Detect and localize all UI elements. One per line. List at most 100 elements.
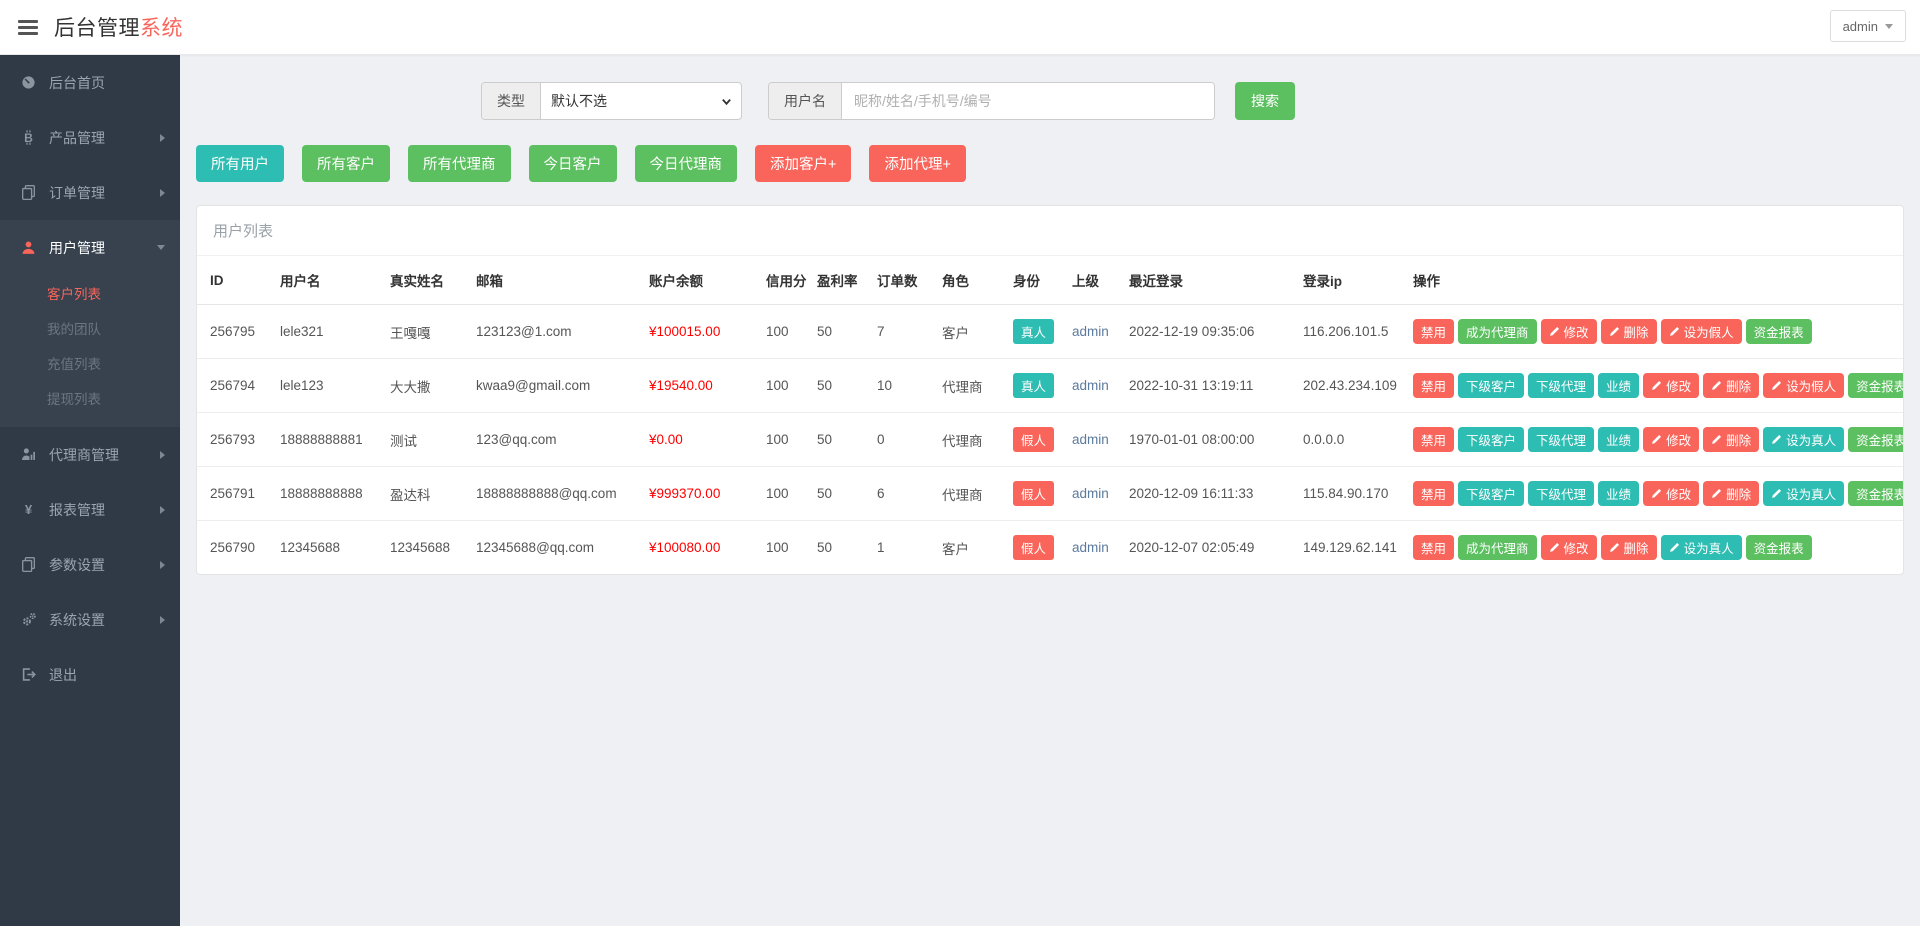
action-button-业绩[interactable]: 业绩 [1598,481,1639,506]
action-button-业绩[interactable]: 业绩 [1598,373,1639,398]
toolbar-button-添加客户[interactable]: 添加客户+ [755,145,851,182]
action-button-label: 删除 [1726,484,1751,503]
action-button-禁用[interactable]: 禁用 [1413,427,1454,452]
toolbar-button-今日客户[interactable]: 今日客户 [529,145,617,182]
parent-link[interactable]: admin [1072,486,1109,501]
sidebar-item-代理商管理[interactable]: 代理商管理 [0,427,180,482]
action-button-资金报表[interactable]: 资金报表 [1848,373,1903,398]
pencil-icon [1651,434,1662,445]
action-button-label: 禁用 [1421,538,1446,557]
action-button-禁用[interactable]: 禁用 [1413,535,1454,560]
user-icon [20,240,37,255]
sidebar-item-后台首页[interactable]: 后台首页 [0,55,180,110]
action-button-删除[interactable]: 删除 [1703,481,1759,506]
username-search-input[interactable] [842,83,1214,119]
action-button-下级代理[interactable]: 下级代理 [1528,481,1594,506]
column-header-登录ip: 登录ip [1303,256,1413,305]
type-select[interactable]: 默认不选 [541,83,741,119]
agent-icon [20,447,37,462]
cell-order-count: 7 [877,305,942,359]
toolbar-button-所有代理商[interactable]: 所有代理商 [408,145,511,182]
action-button-禁用[interactable]: 禁用 [1413,373,1454,398]
action-button-成为代理商[interactable]: 成为代理商 [1458,535,1537,560]
sidebar-group-8: 退出 [0,647,180,702]
cell-username: 12345688 [280,521,390,575]
cell-profit-rate: 50 [817,305,877,359]
action-button-修改[interactable]: 修改 [1541,319,1597,344]
action-button-设为真人[interactable]: 设为真人 [1661,535,1742,560]
toolbar-button-所有客户[interactable]: 所有客户 [302,145,390,182]
action-button-禁用[interactable]: 禁用 [1413,481,1454,506]
action-button-修改[interactable]: 修改 [1643,427,1699,452]
cell-id: 256790 [197,521,280,575]
parent-link[interactable]: admin [1072,324,1109,339]
action-button-禁用[interactable]: 禁用 [1413,319,1454,344]
action-button-删除[interactable]: 删除 [1601,319,1657,344]
chevron-right-icon [160,506,165,514]
action-button-业绩[interactable]: 业绩 [1598,427,1639,452]
sidebar-subitem-客户列表[interactable]: 客户列表 [0,275,180,310]
parent-link[interactable]: admin [1072,432,1109,447]
action-button-下级客户[interactable]: 下级客户 [1458,373,1524,398]
cell-identity: 真人 [1013,359,1072,413]
action-button-删除[interactable]: 删除 [1601,535,1657,560]
chevron-right-icon [160,134,165,142]
table-row: 256790123456881234568812345688@qq.com¥10… [197,521,1903,575]
cell-order-count: 10 [877,359,942,413]
action-button-成为代理商[interactable]: 成为代理商 [1458,319,1537,344]
column-header-ID: ID [197,256,280,305]
toolbar-button-今日代理商[interactable]: 今日代理商 [635,145,738,182]
sidebar-item-系统设置[interactable]: 系统设置 [0,592,180,647]
app-title-dark: 后台管理 [54,17,140,40]
dashboard-icon [20,75,37,90]
sidebar-submenu: 客户列表我的团队充值列表提现列表 [0,275,180,427]
action-button-修改[interactable]: 修改 [1643,481,1699,506]
search-button[interactable]: 搜索 [1235,82,1295,120]
sidebar-item-退出[interactable]: 退出 [0,647,180,702]
action-button-label: 下级代理 [1536,376,1586,395]
parent-link[interactable]: admin [1072,378,1109,393]
action-button-label: 修改 [1666,376,1691,395]
pencil-icon [1771,434,1782,445]
action-button-修改[interactable]: 修改 [1643,373,1699,398]
action-button-设为假人[interactable]: 设为假人 [1763,373,1844,398]
action-button-修改[interactable]: 修改 [1541,535,1597,560]
pencil-icon [1771,488,1782,499]
action-button-下级代理[interactable]: 下级代理 [1528,427,1594,452]
sidebar-item-订单管理[interactable]: 订单管理 [0,165,180,220]
action-button-删除[interactable]: 删除 [1703,373,1759,398]
sidebar-subitem-提现列表[interactable]: 提现列表 [0,380,180,415]
sidebar-item-产品管理[interactable]: B产品管理 [0,110,180,165]
sidebar-subitem-我的团队[interactable]: 我的团队 [0,310,180,345]
action-button-设为假人[interactable]: 设为假人 [1661,319,1742,344]
chevron-right-icon [160,451,165,459]
cell-real-name: 盈达科 [390,467,476,521]
action-button-设为真人[interactable]: 设为真人 [1763,427,1844,452]
sidebar-item-报表管理[interactable]: ¥报表管理 [0,482,180,537]
cell-actions: 禁用下级客户下级代理业绩修改删除设为真人资金报表 [1413,413,1903,467]
cell-order-count: 1 [877,521,942,575]
action-button-资金报表[interactable]: 资金报表 [1746,319,1812,344]
sidebar-subitem-充值列表[interactable]: 充值列表 [0,345,180,380]
action-button-设为真人[interactable]: 设为真人 [1763,481,1844,506]
action-button-下级客户[interactable]: 下级客户 [1458,481,1524,506]
sidebar-item-参数设置[interactable]: 参数设置 [0,537,180,592]
action-button-下级代理[interactable]: 下级代理 [1528,373,1594,398]
hamburger-menu-icon[interactable] [18,17,38,38]
cell-credit: 100 [766,305,817,359]
action-button-删除[interactable]: 删除 [1703,427,1759,452]
action-button-label: 下级代理 [1536,484,1586,503]
cell-identity: 假人 [1013,521,1072,575]
parent-link[interactable]: admin [1072,540,1109,555]
cell-profit-rate: 50 [817,467,877,521]
action-button-资金报表[interactable]: 资金报表 [1746,535,1812,560]
sidebar-item-用户管理[interactable]: 用户管理 [0,220,180,275]
action-button-资金报表[interactable]: 资金报表 [1848,481,1903,506]
cell-last-login: 2020-12-07 02:05:49 [1129,521,1303,575]
action-button-资金报表[interactable]: 资金报表 [1848,427,1903,452]
user-dropdown[interactable]: admin [1830,10,1906,42]
toolbar-button-添加代理[interactable]: 添加代理+ [869,145,965,182]
action-button-下级客户[interactable]: 下级客户 [1458,427,1524,452]
pencil-icon [1609,542,1620,553]
toolbar-button-所有用户[interactable]: 所有用户 [196,145,284,182]
